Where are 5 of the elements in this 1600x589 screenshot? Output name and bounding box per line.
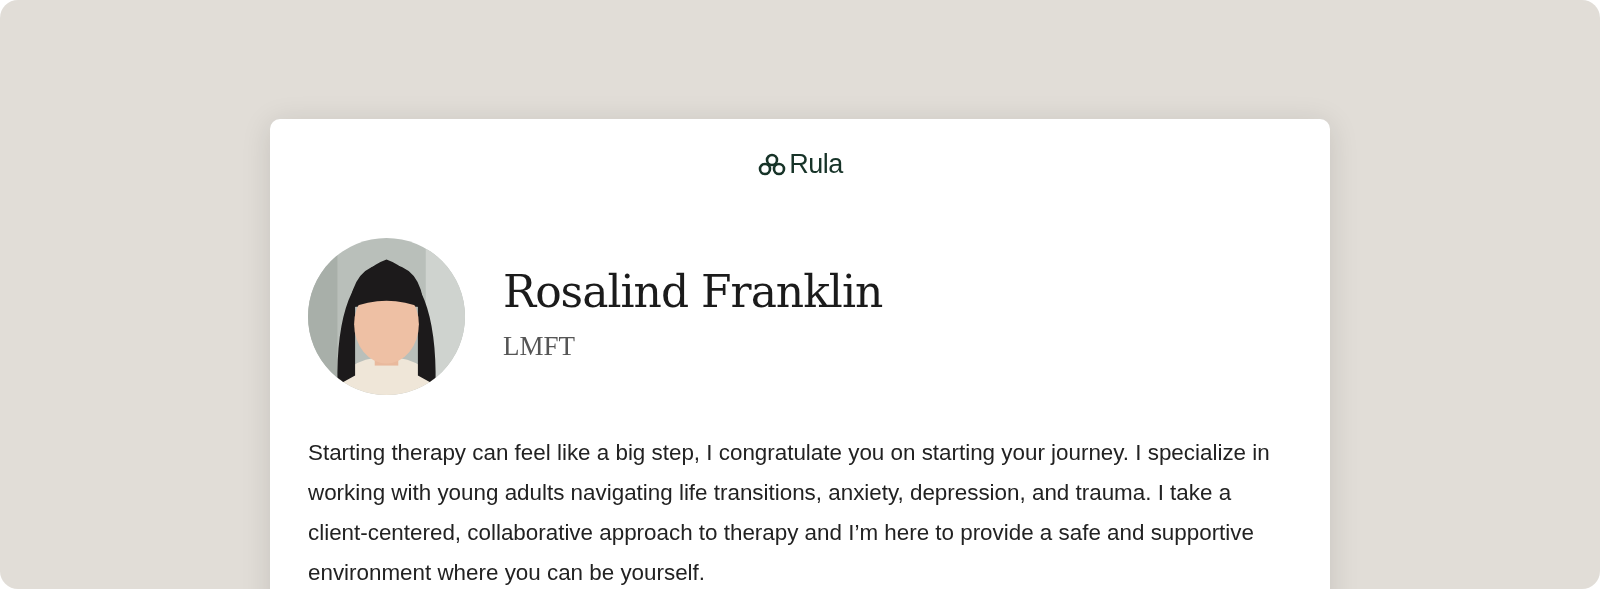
bio-paragraph: Starting therapy can feel like a big step, I congratulate you on starting your journey. I specialize in working with young adults navigating life transitions, anxiety, depression, and trauma. I take a client-centered, collaborative approach to therapy and I’m here to provide a safe and supportive environment where you can be yourself. bbox=[308, 439, 1271, 587]
provider-name: Rosalind Franklin bbox=[503, 265, 883, 317]
logo-icon bbox=[757, 152, 788, 177]
credential: LMFT bbox=[503, 330, 576, 362]
logo-text: Rula bbox=[789, 149, 843, 180]
